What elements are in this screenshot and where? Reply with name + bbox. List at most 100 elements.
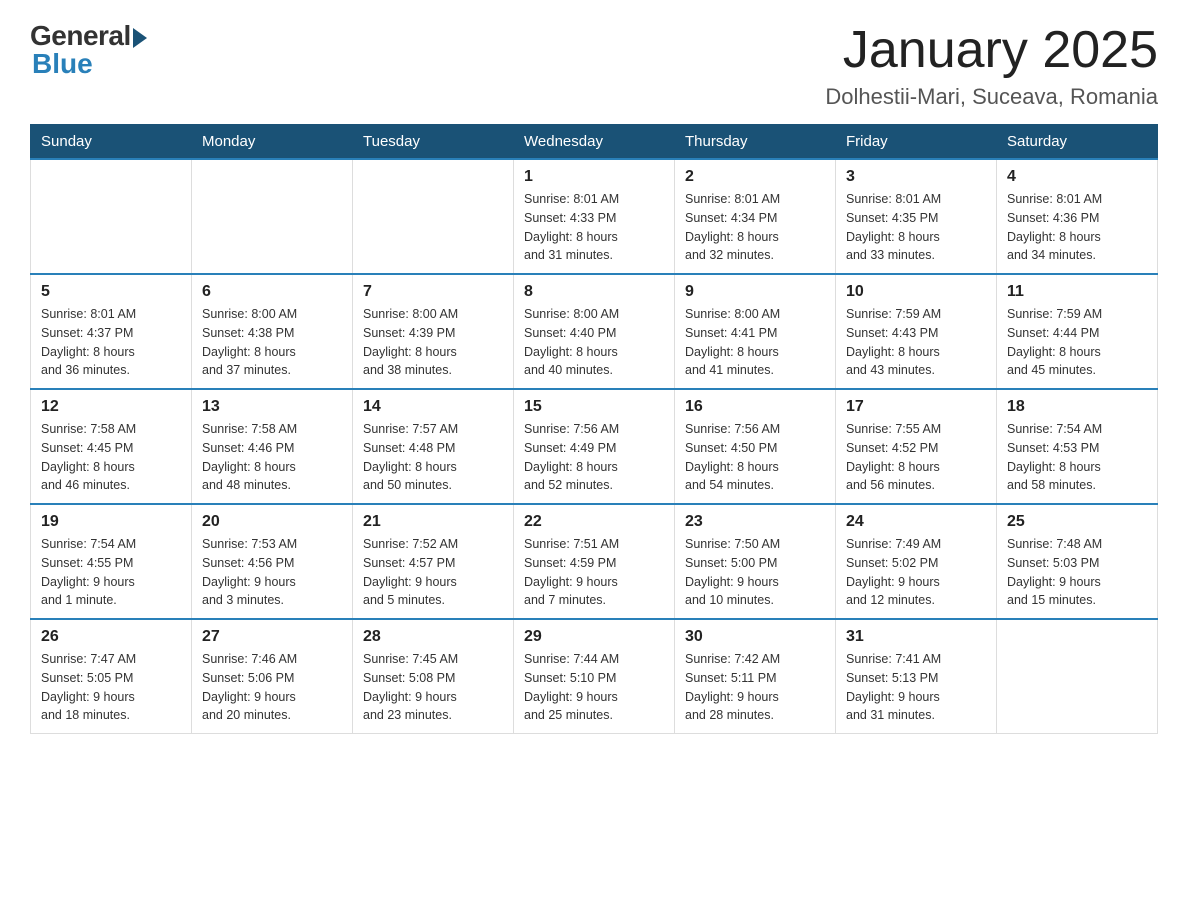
day-number: 5 xyxy=(41,283,181,301)
calendar-body: 1Sunrise: 8:01 AM Sunset: 4:33 PM Daylig… xyxy=(31,159,1158,734)
day-number: 21 xyxy=(363,513,503,531)
day-info: Sunrise: 7:41 AM Sunset: 5:13 PM Dayligh… xyxy=(846,650,986,725)
day-info: Sunrise: 7:50 AM Sunset: 5:00 PM Dayligh… xyxy=(685,535,825,610)
calendar-cell: 26 Sunrise: 7:47 AM Sunset: 5:05 PM Dayli… xyxy=(31,619,192,734)
calendar-cell: 12 Sunrise: 7:58 AM Sunset: 4:45 PM Dayli… xyxy=(31,389,192,504)
day-number: 14 xyxy=(363,398,503,416)
day-info: Sunrise: 8:00 AM Sunset: 4:41 PM Dayligh… xyxy=(685,305,825,380)
title-section: January 2025 Dolhestii-Mari, Suceava, Ro… xyxy=(825,20,1158,110)
day-info: Sunrise: 7:47 AM Sunset: 5:05 PM Dayligh… xyxy=(41,650,181,725)
calendar-week-1: 1Sunrise: 8:01 AM Sunset: 4:33 PM Daylig… xyxy=(31,159,1158,274)
calendar-cell: 30Sunrise: 7:42 AM Sunset: 5:11 PM Dayli… xyxy=(675,619,836,734)
day-number: 26 xyxy=(41,628,181,646)
calendar-cell: 31 Sunrise: 7:41 AM Sunset: 5:13 PM Dayli… xyxy=(836,619,997,734)
day-number: 29 xyxy=(524,628,664,646)
day-info: Sunrise: 8:00 AM Sunset: 4:38 PM Dayligh… xyxy=(202,305,342,380)
calendar-cell: 29 Sunrise: 7:44 AM Sunset: 5:10 PM Dayli… xyxy=(514,619,675,734)
day-header-friday: Friday xyxy=(836,125,997,160)
calendar-cell: 4Sunrise: 8:01 AM Sunset: 4:36 PM Daylig… xyxy=(997,159,1158,274)
calendar-cell xyxy=(353,159,514,274)
day-number: 31 xyxy=(846,628,986,646)
day-header-row: SundayMondayTuesdayWednesdayThursdayFrid… xyxy=(31,125,1158,160)
day-number: 15 xyxy=(524,398,664,416)
day-info: Sunrise: 7:57 AM Sunset: 4:48 PM Dayligh… xyxy=(363,420,503,495)
calendar-cell: 6 Sunrise: 8:00 AM Sunset: 4:38 PM Daylig… xyxy=(192,274,353,389)
day-number: 2 xyxy=(685,168,825,186)
day-number: 6 xyxy=(202,283,342,301)
day-header-sunday: Sunday xyxy=(31,125,192,160)
day-info: Sunrise: 7:54 AM Sunset: 4:55 PM Dayligh… xyxy=(41,535,181,610)
logo: General Blue xyxy=(30,20,147,80)
day-header-thursday: Thursday xyxy=(675,125,836,160)
calendar-cell: 13 Sunrise: 7:58 AM Sunset: 4:46 PM Dayli… xyxy=(192,389,353,504)
day-number: 30 xyxy=(685,628,825,646)
day-number: 28 xyxy=(363,628,503,646)
day-info: Sunrise: 7:44 AM Sunset: 5:10 PM Dayligh… xyxy=(524,650,664,725)
calendar-cell: 17Sunrise: 7:55 AM Sunset: 4:52 PM Dayli… xyxy=(836,389,997,504)
day-info: Sunrise: 7:46 AM Sunset: 5:06 PM Dayligh… xyxy=(202,650,342,725)
calendar-cell: 1Sunrise: 8:01 AM Sunset: 4:33 PM Daylig… xyxy=(514,159,675,274)
calendar-week-3: 12 Sunrise: 7:58 AM Sunset: 4:45 PM Dayli… xyxy=(31,389,1158,504)
calendar-cell: 18 Sunrise: 7:54 AM Sunset: 4:53 PM Dayli… xyxy=(997,389,1158,504)
day-number: 27 xyxy=(202,628,342,646)
day-header-monday: Monday xyxy=(192,125,353,160)
day-number: 25 xyxy=(1007,513,1147,531)
calendar-cell: 19 Sunrise: 7:54 AM Sunset: 4:55 PM Dayli… xyxy=(31,504,192,619)
calendar-cell: 24 Sunrise: 7:49 AM Sunset: 5:02 PM Dayli… xyxy=(836,504,997,619)
day-number: 19 xyxy=(41,513,181,531)
calendar-cell: 3 Sunrise: 8:01 AM Sunset: 4:35 PM Daylig… xyxy=(836,159,997,274)
calendar-cell: 14 Sunrise: 7:57 AM Sunset: 4:48 PM Dayli… xyxy=(353,389,514,504)
calendar-week-4: 19 Sunrise: 7:54 AM Sunset: 4:55 PM Dayli… xyxy=(31,504,1158,619)
day-number: 13 xyxy=(202,398,342,416)
day-number: 24 xyxy=(846,513,986,531)
calendar-cell: 11 Sunrise: 7:59 AM Sunset: 4:44 PM Dayli… xyxy=(997,274,1158,389)
day-number: 18 xyxy=(1007,398,1147,416)
day-number: 23 xyxy=(685,513,825,531)
day-info: Sunrise: 7:59 AM Sunset: 4:44 PM Dayligh… xyxy=(1007,305,1147,380)
calendar-cell xyxy=(192,159,353,274)
day-info: Sunrise: 7:53 AM Sunset: 4:56 PM Dayligh… xyxy=(202,535,342,610)
calendar-cell xyxy=(997,619,1158,734)
calendar-cell: 5 Sunrise: 8:01 AM Sunset: 4:37 PM Daylig… xyxy=(31,274,192,389)
day-info: Sunrise: 7:55 AM Sunset: 4:52 PM Dayligh… xyxy=(846,420,986,495)
day-number: 9 xyxy=(685,283,825,301)
day-info: Sunrise: 8:01 AM Sunset: 4:37 PM Dayligh… xyxy=(41,305,181,380)
day-info: Sunrise: 7:54 AM Sunset: 4:53 PM Dayligh… xyxy=(1007,420,1147,495)
calendar-subtitle: Dolhestii-Mari, Suceava, Romania xyxy=(825,84,1158,110)
day-info: Sunrise: 7:58 AM Sunset: 4:46 PM Dayligh… xyxy=(202,420,342,495)
day-info: Sunrise: 8:01 AM Sunset: 4:35 PM Dayligh… xyxy=(846,190,986,265)
calendar-week-5: 26 Sunrise: 7:47 AM Sunset: 5:05 PM Dayli… xyxy=(31,619,1158,734)
calendar-cell: 10Sunrise: 7:59 AM Sunset: 4:43 PM Dayli… xyxy=(836,274,997,389)
day-number: 1 xyxy=(524,168,664,186)
day-number: 20 xyxy=(202,513,342,531)
day-header-saturday: Saturday xyxy=(997,125,1158,160)
day-number: 11 xyxy=(1007,283,1147,301)
calendar-cell: 8 Sunrise: 8:00 AM Sunset: 4:40 PM Daylig… xyxy=(514,274,675,389)
day-number: 22 xyxy=(524,513,664,531)
day-info: Sunrise: 7:45 AM Sunset: 5:08 PM Dayligh… xyxy=(363,650,503,725)
day-header-wednesday: Wednesday xyxy=(514,125,675,160)
day-info: Sunrise: 7:58 AM Sunset: 4:45 PM Dayligh… xyxy=(41,420,181,495)
calendar-cell: 25 Sunrise: 7:48 AM Sunset: 5:03 PM Dayli… xyxy=(997,504,1158,619)
calendar-cell: 20 Sunrise: 7:53 AM Sunset: 4:56 PM Dayli… xyxy=(192,504,353,619)
calendar-week-2: 5 Sunrise: 8:01 AM Sunset: 4:37 PM Daylig… xyxy=(31,274,1158,389)
calendar-cell: 27 Sunrise: 7:46 AM Sunset: 5:06 PM Dayli… xyxy=(192,619,353,734)
day-info: Sunrise: 7:59 AM Sunset: 4:43 PM Dayligh… xyxy=(846,305,986,380)
day-header-tuesday: Tuesday xyxy=(353,125,514,160)
day-number: 12 xyxy=(41,398,181,416)
day-info: Sunrise: 7:48 AM Sunset: 5:03 PM Dayligh… xyxy=(1007,535,1147,610)
calendar-cell: 22Sunrise: 7:51 AM Sunset: 4:59 PM Dayli… xyxy=(514,504,675,619)
calendar-header: SundayMondayTuesdayWednesdayThursdayFrid… xyxy=(31,125,1158,160)
calendar-cell: 23 Sunrise: 7:50 AM Sunset: 5:00 PM Dayli… xyxy=(675,504,836,619)
calendar-cell: 21 Sunrise: 7:52 AM Sunset: 4:57 PM Dayli… xyxy=(353,504,514,619)
day-info: Sunrise: 7:49 AM Sunset: 5:02 PM Dayligh… xyxy=(846,535,986,610)
logo-blue-text: Blue xyxy=(30,48,93,80)
calendar-cell xyxy=(31,159,192,274)
day-number: 7 xyxy=(363,283,503,301)
day-info: Sunrise: 7:52 AM Sunset: 4:57 PM Dayligh… xyxy=(363,535,503,610)
day-number: 8 xyxy=(524,283,664,301)
day-info: Sunrise: 8:00 AM Sunset: 4:40 PM Dayligh… xyxy=(524,305,664,380)
calendar-cell: 15Sunrise: 7:56 AM Sunset: 4:49 PM Dayli… xyxy=(514,389,675,504)
day-info: Sunrise: 8:01 AM Sunset: 4:36 PM Dayligh… xyxy=(1007,190,1147,265)
day-number: 3 xyxy=(846,168,986,186)
